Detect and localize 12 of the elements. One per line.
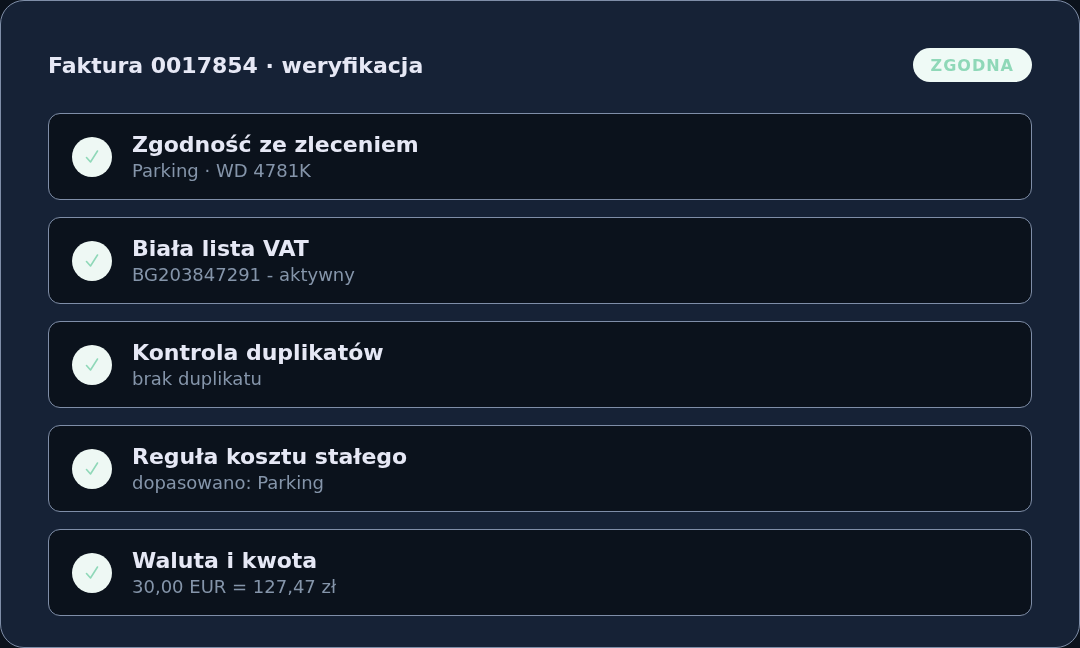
check-title: Reguła kosztu stałego bbox=[132, 443, 408, 471]
check-detail: dopasowano: Parking bbox=[132, 471, 325, 495]
check-title: Biała lista VAT bbox=[132, 235, 310, 263]
check-title: Kontrola duplikatów bbox=[132, 339, 384, 367]
status-badge: ZGODNA bbox=[912, 48, 1032, 82]
check-detail: BG203847291 - aktywny bbox=[132, 263, 355, 287]
check-title: Waluta i kwota bbox=[132, 547, 319, 575]
check-title: Zgodność ze zleceniem bbox=[132, 131, 419, 159]
invoice-title: Faktura 0017854 · weryfikacja bbox=[48, 52, 424, 78]
check-detail: Parking · WD 4781K bbox=[132, 159, 312, 183]
check-detail: brak duplikatu bbox=[132, 367, 263, 391]
check-detail: 30,00 EUR = 127,47 zł bbox=[132, 575, 337, 599]
